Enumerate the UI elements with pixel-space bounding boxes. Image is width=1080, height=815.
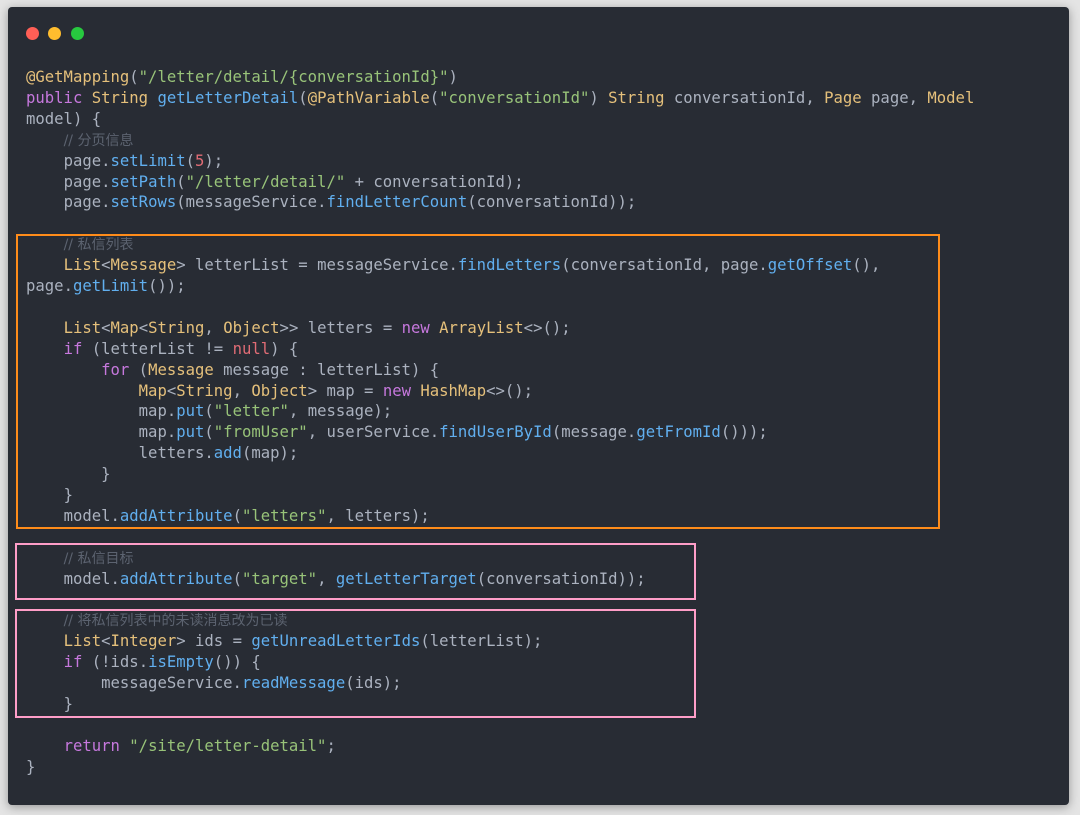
- code-line: public String getLetterDetail(@PathVaria…: [26, 88, 975, 107]
- code-line: model.addAttribute("letters", letters);: [63, 506, 430, 525]
- code-line: page.setRows(messageService.findLetterCo…: [63, 193, 637, 212]
- code-line: // 分页信息: [63, 132, 134, 149]
- code-line: }: [63, 695, 73, 713]
- code-line: model) {: [26, 109, 102, 128]
- code-line: // 私信列表: [63, 237, 134, 254]
- code-line: if (!ids.isEmpty()) {: [63, 653, 261, 672]
- code-line: List<Map<String, Object>> letters = new …: [63, 318, 571, 337]
- code-line: List<Message> letterList = messageServic…: [63, 256, 881, 275]
- code-line: }: [63, 486, 73, 504]
- code-line: return "/site/letter-detail";: [63, 736, 336, 755]
- code-line: page.getLimit());: [26, 277, 186, 295]
- code-line: model.addAttribute("target", getLetterTa…: [63, 569, 646, 588]
- code-window: @GetMapping("/letter/detail/{conversatio…: [8, 7, 1069, 805]
- code-line: List<Integer> ids = getUnreadLetterIds(l…: [63, 632, 543, 651]
- code-line: }: [101, 465, 111, 484]
- code-block: @GetMapping("/letter/detail/{conversatio…: [8, 7, 1069, 805]
- code-line: Map<String, Object> map = new HashMap<>(…: [138, 381, 534, 400]
- code-line: @GetMapping("/letter/detail/{conversatio…: [26, 68, 458, 86]
- code-line: if (letterList != null) {: [63, 339, 299, 358]
- code-line: map.put("fromUser", userService.findUser…: [138, 423, 768, 442]
- code-line: // 私信目标: [63, 550, 134, 567]
- code-line: // 将私信列表中的未读消息改为已读: [63, 613, 288, 630]
- code-line: }: [26, 757, 36, 776]
- code-line: for (Message message : letterList) {: [101, 360, 440, 379]
- code-line: messageService.readMessage(ids);: [101, 674, 402, 693]
- code-line: map.put("letter", message);: [138, 402, 393, 421]
- code-line: page.setPath("/letter/detail/" + convers…: [63, 172, 524, 191]
- code-line: page.setLimit(5);: [63, 151, 224, 170]
- code-line: letters.add(map);: [138, 444, 299, 463]
